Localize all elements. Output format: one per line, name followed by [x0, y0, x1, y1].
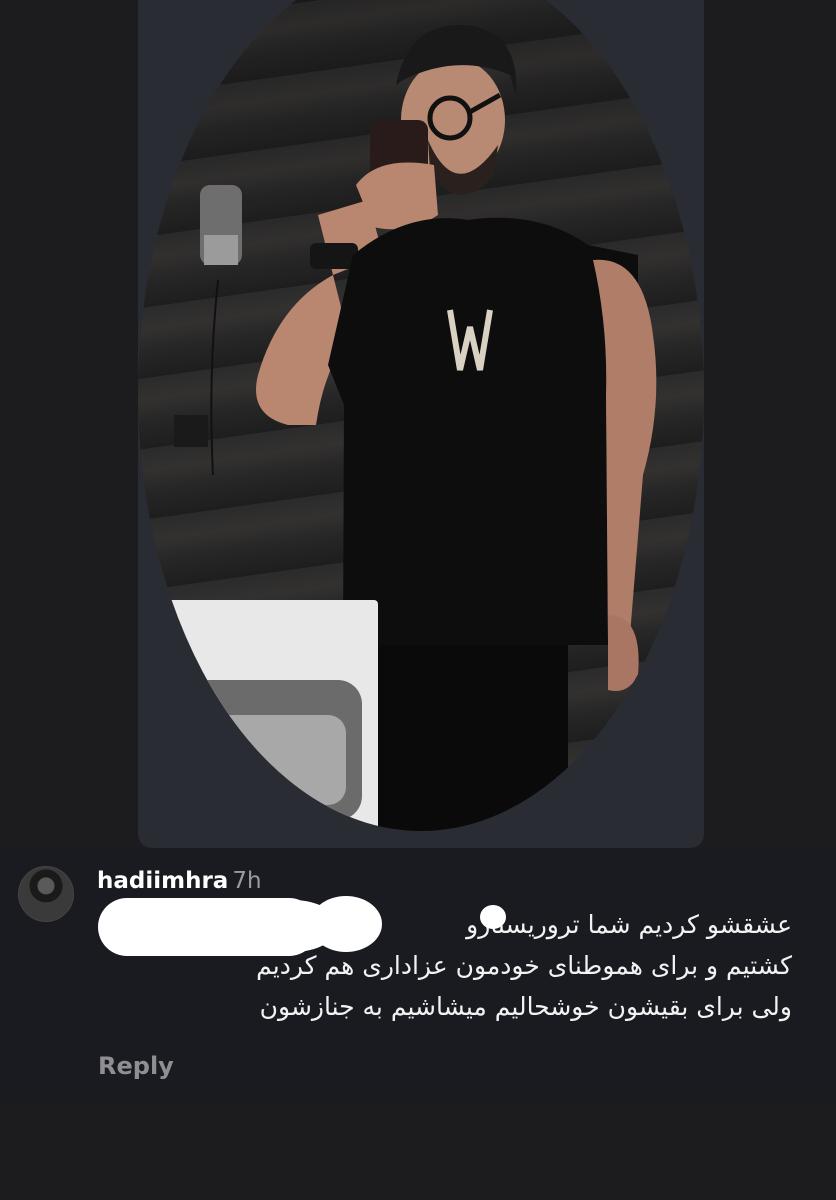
comment-line-3: ولی برای بقیشون خوشحالیم میشاشیم به جناز… [259, 992, 792, 1021]
redaction-mark [310, 896, 382, 952]
avatar[interactable] [18, 866, 74, 922]
reply-button[interactable]: Reply [98, 1052, 174, 1080]
story-image-card[interactable] [138, 0, 704, 848]
story-photo [138, 0, 704, 831]
redaction-mark [480, 905, 506, 929]
timestamp: 7h [232, 868, 262, 894]
username[interactable]: hadiimhra [97, 868, 228, 894]
comment-header: hadiimhra 7h [97, 868, 262, 894]
mirror-selfie-image [146, 24, 657, 831]
